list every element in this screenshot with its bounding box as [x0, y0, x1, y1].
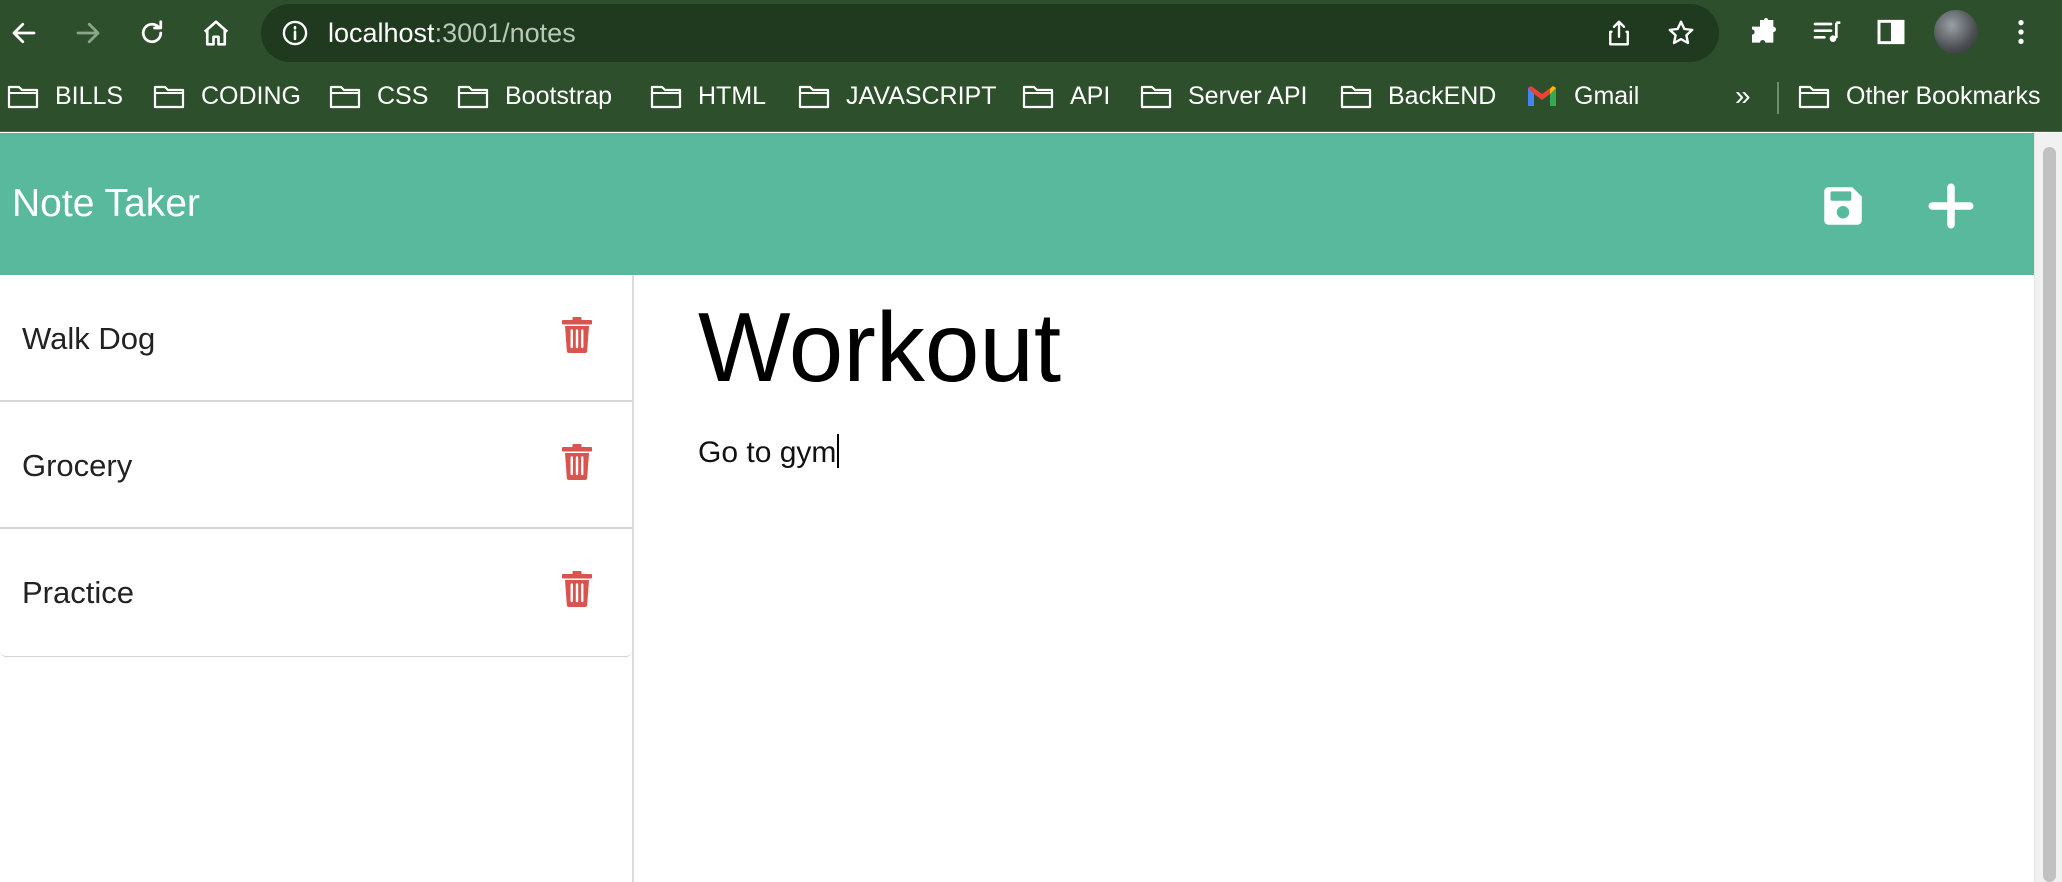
- trash-icon: [562, 571, 592, 607]
- delete-note-button[interactable]: [558, 313, 596, 357]
- app-navbar: Note Taker: [0, 133, 2034, 275]
- address-bar[interactable]: localhost:3001/notes: [261, 4, 1719, 62]
- folder-icon: [650, 85, 682, 109]
- folder-icon: [1340, 85, 1372, 109]
- folder-icon: [153, 85, 185, 109]
- bookmark-css[interactable]: CSS: [329, 66, 428, 126]
- share-icon[interactable]: [1604, 18, 1634, 48]
- bookmark-label: Other Bookmarks: [1846, 81, 2041, 110]
- other-bookmarks[interactable]: Other Bookmarks: [1798, 66, 2041, 126]
- site-info-icon[interactable]: [281, 19, 309, 47]
- note-editor: Workout Go to gym: [636, 275, 2034, 882]
- new-note-button[interactable]: [1922, 177, 1980, 235]
- save-note-button[interactable]: [1814, 177, 1872, 235]
- folder-icon: [1022, 85, 1054, 109]
- bookmark-label: Server API: [1188, 81, 1308, 110]
- more-vert-icon[interactable]: [2005, 16, 2037, 48]
- bookmark-server-api[interactable]: Server API: [1140, 66, 1308, 126]
- page-scrollbar[interactable]: [2034, 133, 2062, 882]
- note-title-input[interactable]: Workout: [698, 289, 1061, 407]
- note-textarea[interactable]: Go to gym: [698, 433, 840, 472]
- home-button[interactable]: [195, 12, 237, 54]
- list-item[interactable]: Walk Dog: [0, 275, 632, 402]
- home-icon: [203, 20, 229, 46]
- save-icon: [1824, 187, 1862, 225]
- bookmark-html[interactable]: HTML: [650, 66, 766, 126]
- note-title[interactable]: Grocery: [22, 402, 132, 529]
- bookmark-backend[interactable]: BackEND: [1340, 66, 1496, 126]
- bookmark-label: Gmail: [1574, 81, 1640, 110]
- reload-icon: [141, 20, 163, 44]
- bookmark-star-icon[interactable]: [1666, 18, 1696, 48]
- bookmarks-divider: [1777, 82, 1779, 114]
- forward-button[interactable]: [67, 12, 109, 54]
- arrow-right-icon: [76, 22, 100, 44]
- note-text: Go to gym: [698, 436, 837, 469]
- bookmark-label: JAVASCRIPT: [846, 81, 997, 110]
- extensions-icon[interactable]: [1748, 16, 1780, 48]
- bookmark-javascript[interactable]: JAVASCRIPT: [798, 66, 997, 126]
- bookmark-label: HTML: [698, 81, 767, 110]
- folder-icon: [798, 85, 830, 109]
- side-panel-icon[interactable]: [1875, 16, 1907, 48]
- bookmark-bills[interactable]: BILLS: [7, 66, 123, 126]
- bookmark-coding[interactable]: CODING: [153, 66, 301, 126]
- notes-sidebar: Walk Dog Grocery Practice: [0, 275, 634, 882]
- trash-icon: [562, 317, 592, 353]
- folder-icon: [1798, 85, 1830, 109]
- bookmark-label: API: [1070, 81, 1111, 110]
- bookmark-label: BackEND: [1388, 81, 1497, 110]
- bookmark-label: Bootstrap: [505, 81, 613, 110]
- bookmark-label: BILLS: [55, 81, 124, 110]
- delete-note-button[interactable]: [558, 567, 596, 611]
- scroll-thumb[interactable]: [2043, 147, 2056, 882]
- gmail-icon: [1528, 86, 1556, 106]
- arrow-left-icon: [12, 22, 36, 44]
- note-title[interactable]: Walk Dog: [22, 275, 155, 402]
- bookmark-label: CSS: [377, 81, 429, 110]
- note-list: Walk Dog Grocery Practice: [0, 275, 632, 657]
- folder-icon: [7, 85, 39, 109]
- reload-button[interactable]: [131, 12, 173, 54]
- list-item[interactable]: Practice: [0, 529, 632, 656]
- profile-avatar[interactable]: [1934, 10, 1978, 54]
- back-button[interactable]: [3, 12, 45, 54]
- url-host: localhost: [328, 18, 435, 48]
- folder-icon: [1140, 85, 1172, 109]
- url-text[interactable]: localhost:3001/notes: [328, 4, 576, 62]
- browser-toolbar: localhost:3001/notes: [0, 0, 2062, 66]
- media-queue-icon[interactable]: [1811, 16, 1843, 48]
- app-title[interactable]: Note Taker: [12, 133, 200, 275]
- bookmark-bootstrap[interactable]: Bootstrap: [457, 66, 612, 126]
- folder-icon: [329, 85, 361, 109]
- delete-note-button[interactable]: [558, 440, 596, 484]
- bookmark-label: CODING: [201, 81, 301, 110]
- list-item[interactable]: Grocery: [0, 402, 632, 529]
- bookmark-api[interactable]: API: [1022, 66, 1110, 126]
- trash-icon: [562, 444, 592, 480]
- url-path: :3001/notes: [434, 18, 576, 48]
- bookmarks-bar: BILLS CODING CSS Bootstrap HTML JAVASCRI…: [0, 66, 2062, 132]
- note-title[interactable]: Practice: [22, 529, 134, 656]
- text-caret: [837, 434, 840, 468]
- bookmark-gmail[interactable]: Gmail: [1526, 66, 1639, 126]
- folder-icon: [457, 85, 489, 109]
- plus-icon: [1928, 183, 1974, 229]
- more-bookmarks-button[interactable]: »: [1735, 66, 1751, 126]
